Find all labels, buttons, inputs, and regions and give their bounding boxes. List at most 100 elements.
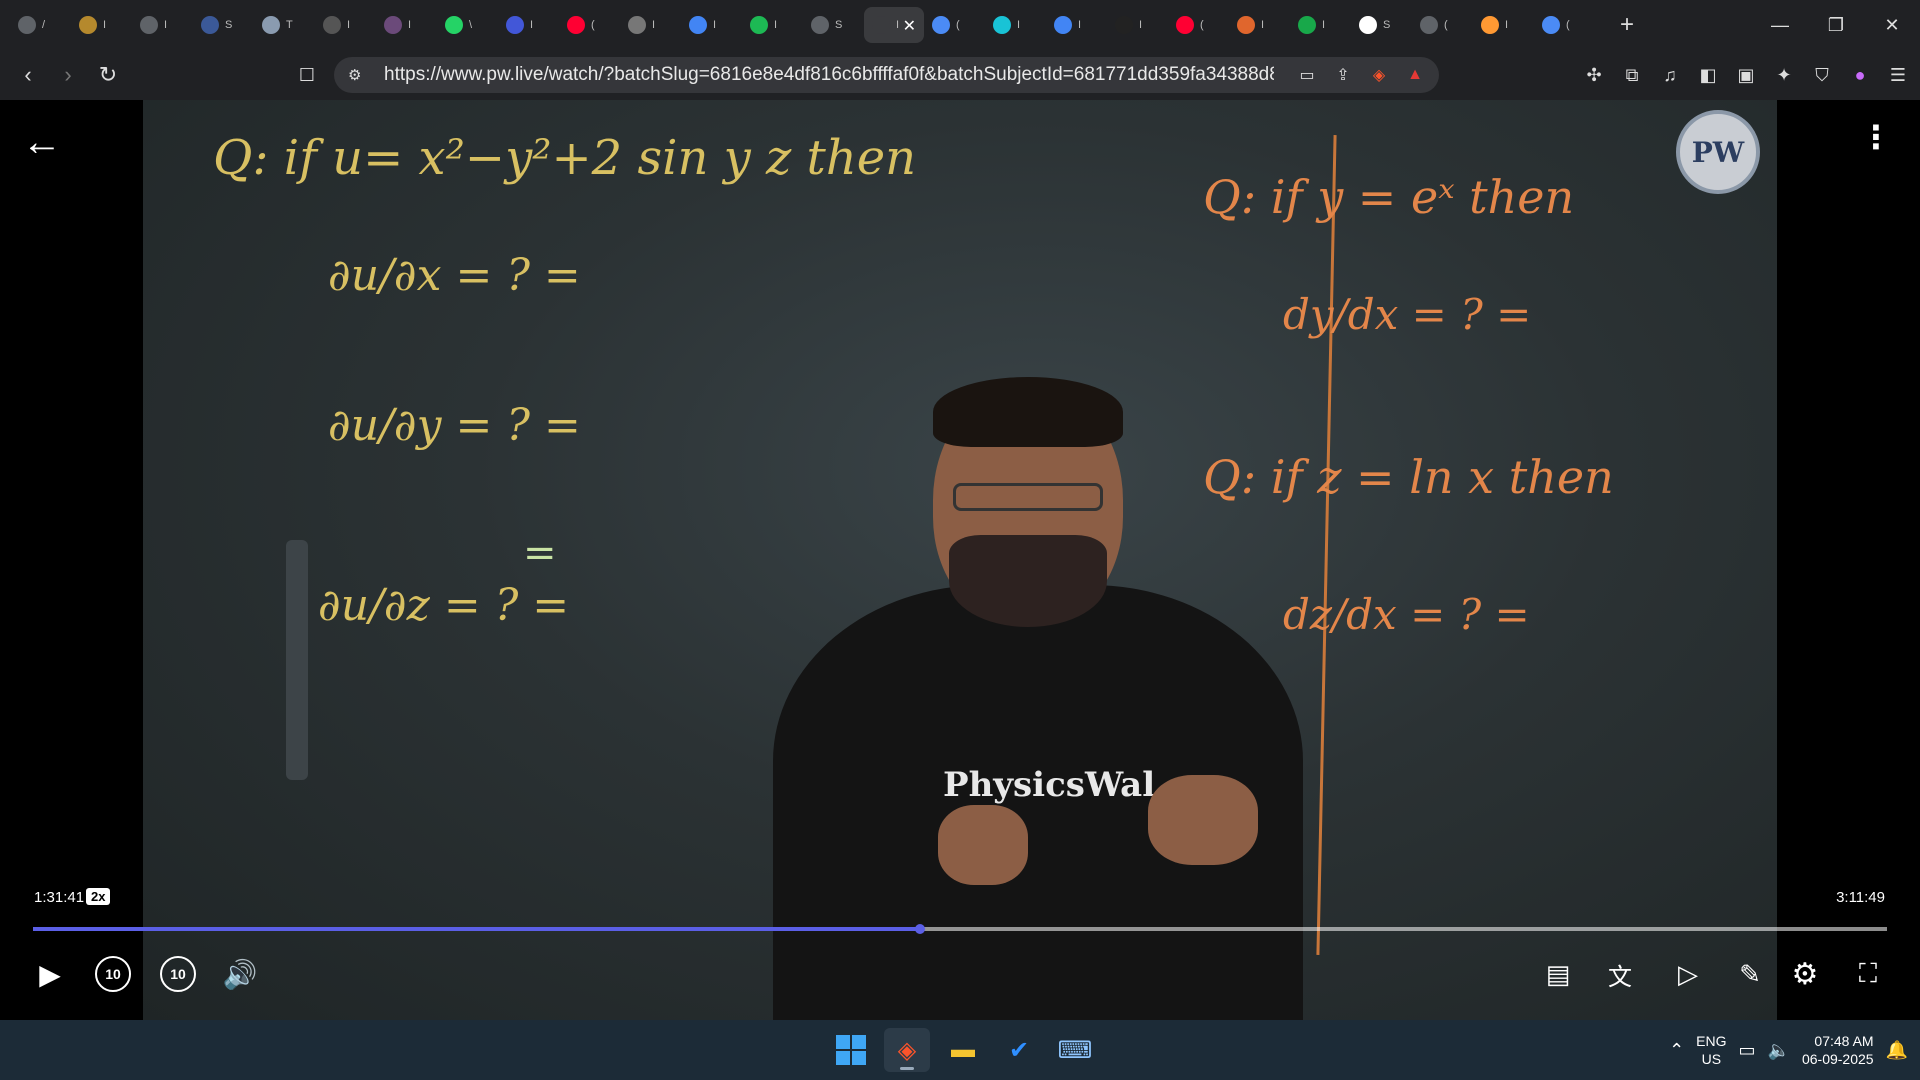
picture-in-picture-icon[interactable]: ▷ bbox=[1668, 950, 1708, 998]
start-button[interactable] bbox=[828, 1028, 874, 1072]
browser-tab[interactable]: I ✕ bbox=[864, 7, 924, 43]
forward-button[interactable]: › bbox=[50, 57, 86, 93]
volume-button[interactable]: 🔊 bbox=[220, 950, 260, 998]
current-time: 1:31:41 bbox=[34, 889, 85, 906]
browser-tab[interactable]: ( bbox=[1168, 7, 1229, 43]
tab-title: S bbox=[225, 19, 233, 31]
browser-tab[interactable]: ( bbox=[559, 7, 620, 43]
back-arrow-icon[interactable]: ← bbox=[22, 120, 62, 165]
language-indicator[interactable]: ENG US bbox=[1696, 1032, 1726, 1068]
share-icon[interactable]: ⇪ bbox=[1329, 61, 1357, 89]
tab-title: ( bbox=[1444, 19, 1448, 31]
new-tab-button[interactable]: + bbox=[1609, 11, 1645, 39]
tab-title: I bbox=[164, 19, 168, 31]
menu-icon[interactable]: ☰ bbox=[1884, 60, 1912, 90]
browser-tab[interactable]: I bbox=[1046, 7, 1107, 43]
browser-tab[interactable]: I bbox=[498, 7, 559, 43]
vpn-icon[interactable]: ⛉ bbox=[1808, 60, 1836, 90]
settings-icon[interactable]: ⚙ bbox=[1785, 950, 1825, 998]
tab-title: I bbox=[1322, 19, 1326, 31]
browser-tab[interactable]: T bbox=[254, 7, 315, 43]
translate-icon[interactable]: 文 bbox=[1600, 950, 1640, 998]
tab-title: ( bbox=[1566, 19, 1570, 31]
tab-favicon bbox=[201, 16, 219, 34]
bookmark-icon[interactable]: ☐ bbox=[292, 60, 322, 90]
clock[interactable]: 07:48 AM 06-09-2025 bbox=[1802, 1032, 1874, 1068]
tab-favicon bbox=[1115, 16, 1133, 34]
rewind-10-button[interactable]: 10 bbox=[95, 950, 131, 998]
tab-title: ( bbox=[1200, 19, 1204, 31]
sidebar-icon[interactable]: ◧ bbox=[1694, 60, 1722, 90]
progress-bar[interactable] bbox=[33, 924, 1887, 934]
browser-tab[interactable]: I bbox=[742, 7, 803, 43]
screenshot-icon[interactable]: ⧉ bbox=[1618, 60, 1646, 90]
browser-tab[interactable]: I bbox=[1229, 7, 1290, 43]
browser-tab[interactable]: I bbox=[620, 7, 681, 43]
tab-favicon bbox=[628, 16, 646, 34]
browser-tab[interactable]: I bbox=[132, 7, 193, 43]
brave-shields-icon[interactable]: ◈ bbox=[1365, 61, 1393, 89]
forward-10-button[interactable]: 10 bbox=[160, 950, 196, 998]
browser-tab[interactable]: ( bbox=[924, 7, 985, 43]
todo-icon[interactable]: ✔ bbox=[996, 1028, 1042, 1072]
minimize-button[interactable]: — bbox=[1752, 0, 1808, 50]
browser-tab[interactable]: ( bbox=[1534, 7, 1595, 43]
derivative-1: ∂u/∂x = ? = bbox=[328, 250, 581, 301]
leo-ai-icon[interactable]: ✦ bbox=[1770, 60, 1798, 90]
browser-tab[interactable]: I bbox=[681, 7, 742, 43]
url-text[interactable]: https://www.pw.live/watch/?batchSlug=681… bbox=[384, 64, 1274, 86]
question-1: Q: if u= x²−y²+2 sin y z then bbox=[213, 130, 917, 186]
equals-mark: = bbox=[523, 530, 557, 576]
restore-button[interactable]: ❐ bbox=[1808, 0, 1864, 50]
google-icon bbox=[689, 16, 707, 34]
browser-tab[interactable]: I bbox=[1473, 7, 1534, 43]
media-icon[interactable]: ♫ bbox=[1656, 60, 1684, 90]
globe-icon bbox=[140, 16, 158, 34]
network-icon[interactable]: ▭ bbox=[1739, 1040, 1756, 1061]
tab-strip: / I I S T I I \ I (I I I S I ✕ (I I I (I I S (I ( + — ❐ ✕ bbox=[0, 0, 1920, 50]
address-bar[interactable]: ⚙ https://www.pw.live/watch/?batchSlug=6… bbox=[334, 57, 1439, 93]
video-frame: Q: if u= x²−y²+2 sin y z then ∂u/∂x = ? … bbox=[143, 100, 1777, 1020]
browser-tab[interactable]: \ bbox=[437, 7, 498, 43]
tab-title: I bbox=[774, 19, 778, 31]
browser-tab[interactable]: S bbox=[1351, 7, 1412, 43]
browser-tab[interactable]: I bbox=[315, 7, 376, 43]
close-window-button[interactable]: ✕ bbox=[1864, 0, 1920, 50]
site-info-icon[interactable]: ⚙ bbox=[348, 66, 370, 84]
tab-title: I bbox=[1261, 19, 1265, 31]
reload-button[interactable]: ↻ bbox=[90, 57, 126, 93]
cast-icon[interactable]: ▭ bbox=[1293, 61, 1321, 89]
fullscreen-icon[interactable]: ⛶ bbox=[1848, 950, 1888, 998]
browser-tab[interactable]: I bbox=[71, 7, 132, 43]
play-button[interactable]: ▶ bbox=[30, 950, 70, 998]
close-tab-icon[interactable]: ✕ bbox=[903, 16, 916, 36]
browser-tab[interactable]: / bbox=[10, 7, 71, 43]
tab-favicon bbox=[79, 16, 97, 34]
back-button[interactable]: ‹ bbox=[10, 57, 46, 93]
more-options-icon[interactable]: ⋮ bbox=[1860, 118, 1892, 156]
notes-icon[interactable]: ✎ bbox=[1730, 950, 1770, 998]
playback-speed-badge[interactable]: 2x bbox=[86, 888, 111, 905]
notifications-icon[interactable]: 🔔 bbox=[1886, 1040, 1908, 1061]
taskbar: ◈ ▬ ✔ ⌨ ⌃ ENG US ▭ 🔈 07:48 AM 06-09-2025… bbox=[0, 1020, 1920, 1080]
file-explorer-icon[interactable]: ▬ bbox=[940, 1028, 986, 1072]
browser-tab[interactable]: I bbox=[1107, 7, 1168, 43]
profile-icon[interactable]: ● bbox=[1846, 60, 1874, 90]
brave-taskbar-icon[interactable]: ◈ bbox=[884, 1028, 930, 1072]
show-hidden-icons-icon[interactable]: ⌃ bbox=[1669, 1040, 1684, 1061]
gemini-icon bbox=[932, 16, 950, 34]
volume-icon[interactable]: 🔈 bbox=[1768, 1040, 1790, 1061]
browser-tab[interactable]: S bbox=[803, 7, 864, 43]
wallet-icon[interactable]: ▣ bbox=[1732, 60, 1760, 90]
browser-tab[interactable]: I bbox=[985, 7, 1046, 43]
extensions-icon[interactable]: ✣ bbox=[1580, 60, 1608, 90]
browser-tab[interactable]: ( bbox=[1412, 7, 1473, 43]
globe-icon bbox=[1420, 16, 1438, 34]
browser-tab[interactable]: I bbox=[1290, 7, 1351, 43]
touch-keyboard-icon[interactable]: ⌨ bbox=[1052, 1028, 1098, 1072]
video-player[interactable]: Q: if u= x²−y²+2 sin y z then ∂u/∂x = ? … bbox=[0, 100, 1920, 1020]
browser-tab[interactable]: I bbox=[376, 7, 437, 43]
brave-rewards-icon[interactable]: ▲ bbox=[1401, 61, 1429, 89]
browser-tab[interactable]: S bbox=[193, 7, 254, 43]
chat-icon[interactable]: ▤ bbox=[1538, 950, 1578, 998]
